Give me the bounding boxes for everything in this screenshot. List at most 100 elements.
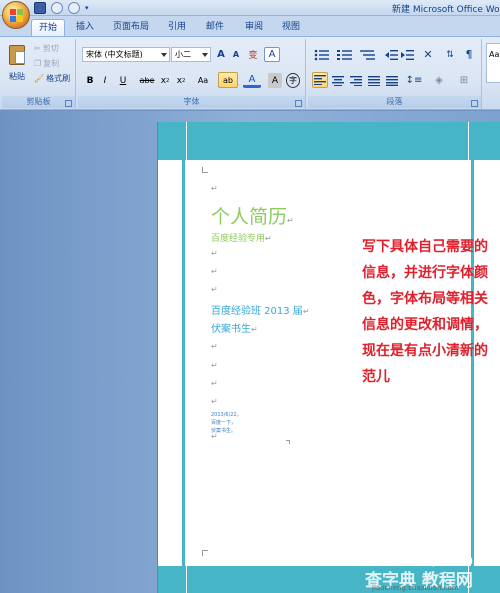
ribbon-tabs: 开始 插入 页面布局 引用 邮件 审阅 视图: [0, 16, 500, 37]
resume-subtitle-text: 百度经验专用: [211, 234, 266, 244]
character-shading-button[interactable]: A: [268, 73, 282, 88]
format-painter-label: 格式刷: [46, 73, 71, 83]
resume-name-text: 伏案书生: [211, 324, 251, 335]
justify-button[interactable]: [366, 73, 382, 88]
clear-format-button[interactable]: 变: [246, 47, 260, 62]
tab-mailings[interactable]: 邮件: [200, 19, 230, 37]
office-button[interactable]: [2, 1, 30, 29]
margin-corner-mark: [202, 167, 208, 173]
copy-button[interactable]: ❐ 复制: [34, 57, 59, 69]
chevron-down-icon: [202, 53, 208, 57]
align-right-icon: [350, 75, 362, 86]
resume-class-line: 百度经验班 2013 届↵: [211, 302, 310, 317]
superscript-button[interactable]: x2: [175, 73, 187, 88]
font-name-value: 宋体 (中文标题): [86, 50, 143, 59]
line-spacing-button[interactable]: ↕≡: [404, 73, 424, 88]
tab-insert[interactable]: 插入: [70, 19, 100, 37]
paste-button[interactable]: 粘贴: [4, 41, 30, 85]
paragraph-group: ✕ ⇅ ¶ ↕≡ ◈ ⊞ 段落: [308, 39, 482, 109]
tab-home[interactable]: 开始: [31, 19, 65, 37]
bold-button[interactable]: B: [84, 73, 96, 88]
align-right-button[interactable]: [348, 73, 364, 88]
shading-button[interactable]: ◈: [428, 73, 450, 88]
customize-toolbar-icon[interactable]: ▾: [85, 2, 91, 14]
sort-icon: ⇅: [446, 49, 454, 60]
style-gallery-item[interactable]: AaI: [486, 43, 500, 83]
tab-page-layout[interactable]: 页面布局: [109, 19, 153, 37]
paragraph-mark: ↵: [211, 249, 218, 258]
paragraph-mark: ↵: [265, 234, 272, 243]
redo-icon[interactable]: [68, 2, 80, 14]
strikethrough-label: abe: [139, 76, 155, 85]
enclose-characters-button[interactable]: 字: [286, 73, 300, 88]
resume-name-line: 伏案书生↵: [211, 320, 258, 335]
borders-button[interactable]: ⊞: [453, 73, 475, 88]
distributed-button[interactable]: [384, 73, 400, 88]
phonetic-guide-label: A: [268, 49, 276, 60]
undo-icon[interactable]: [51, 2, 63, 14]
style-preview-label: AaI: [489, 50, 500, 59]
bullets-icon: [314, 49, 329, 60]
chevron-down-icon: [161, 53, 167, 57]
font-launcher-icon[interactable]: [295, 100, 302, 107]
align-center-button[interactable]: [330, 73, 346, 88]
change-case-button[interactable]: Aa: [193, 73, 213, 88]
paragraph-mark: ↵: [302, 307, 310, 316]
header-color-band: [158, 122, 500, 160]
change-case-label: Aa: [197, 76, 209, 85]
small-text-line: 伏案书生。: [211, 428, 237, 434]
asian-layout-icon: ✕: [423, 48, 433, 61]
copy-label: 复制: [43, 58, 60, 68]
window-title: 新建 Microsoft Office Wo: [392, 5, 500, 15]
character-shading-label: A: [271, 75, 279, 86]
increase-indent-button[interactable]: [400, 47, 414, 62]
title-bar: ▾ 新建 Microsoft Office Wo: [0, 0, 500, 16]
pilcrow-icon: ¶: [465, 48, 473, 61]
cut-label: 剪切: [42, 43, 59, 53]
highlight-button[interactable]: ab: [218, 72, 238, 88]
paragraph-group-label: 段落: [308, 96, 481, 108]
font-name-select[interactable]: 宋体 (中文标题): [82, 47, 170, 62]
align-left-button[interactable]: [312, 72, 328, 88]
underline-button[interactable]: U: [115, 73, 131, 88]
font-color-button[interactable]: A: [243, 73, 261, 88]
paragraph-launcher-icon[interactable]: [471, 100, 478, 107]
decrease-indent-button[interactable]: [384, 47, 398, 62]
font-size-select[interactable]: 小二: [171, 47, 211, 62]
paragraph-mark: ↵: [211, 379, 218, 388]
sort-button[interactable]: ⇅: [442, 47, 458, 62]
font-size-value: 小二: [175, 50, 191, 59]
bullets-button[interactable]: [312, 47, 332, 62]
multilevel-list-button[interactable]: [358, 47, 378, 62]
grow-font-label: A: [217, 49, 225, 60]
format-painter-button[interactable]: 🖌 格式刷: [34, 72, 70, 84]
grow-font-button[interactable]: A: [214, 47, 228, 62]
paragraph-mark: ↵: [211, 361, 218, 370]
clipboard-group: 粘贴 ✂ 剪切 ❐ 复制 🖌 格式刷 剪贴板: [2, 39, 76, 109]
decrease-indent-icon: [384, 49, 398, 60]
tab-references[interactable]: 引用: [164, 19, 190, 37]
cut-button[interactable]: ✂ 剪切: [34, 42, 59, 54]
ribbon: 粘贴 ✂ 剪切 ❐ 复制 🖌 格式刷 剪贴板 宋体 (中文标题) 小二 A A 变 A…: [0, 36, 500, 110]
tab-view[interactable]: 视图: [277, 19, 305, 37]
resume-subtitle: 百度经验专用↵: [211, 231, 272, 244]
tab-review[interactable]: 审阅: [239, 19, 269, 37]
show-marks-button[interactable]: ¶: [461, 47, 477, 62]
watermark-site: jb51.net: [433, 553, 487, 567]
left-decorative-line: [182, 122, 185, 593]
clipboard-launcher-icon[interactable]: [65, 100, 72, 107]
margin-corner-mark: [286, 440, 290, 444]
save-icon[interactable]: [34, 2, 46, 14]
paragraph-mark: ↵: [211, 285, 218, 294]
subscript-button[interactable]: x2: [159, 73, 171, 88]
italic-button[interactable]: I: [99, 73, 111, 88]
strikethrough-button[interactable]: abe: [138, 73, 156, 88]
phonetic-guide-button[interactable]: A: [264, 47, 280, 62]
asian-layout-button[interactable]: ✕: [418, 47, 438, 62]
annotation-text: 写下具体自己需要的信息，并进行字体颜色，字体布局等相关信息的更改和调情，现在是有…: [362, 239, 488, 385]
numbering-button[interactable]: [335, 47, 355, 62]
office-logo-icon: [10, 9, 23, 22]
shrink-font-button[interactable]: A: [229, 47, 243, 62]
resume-title: 个人简历↵: [211, 202, 294, 229]
left-decorative-inner-line: [186, 122, 187, 593]
